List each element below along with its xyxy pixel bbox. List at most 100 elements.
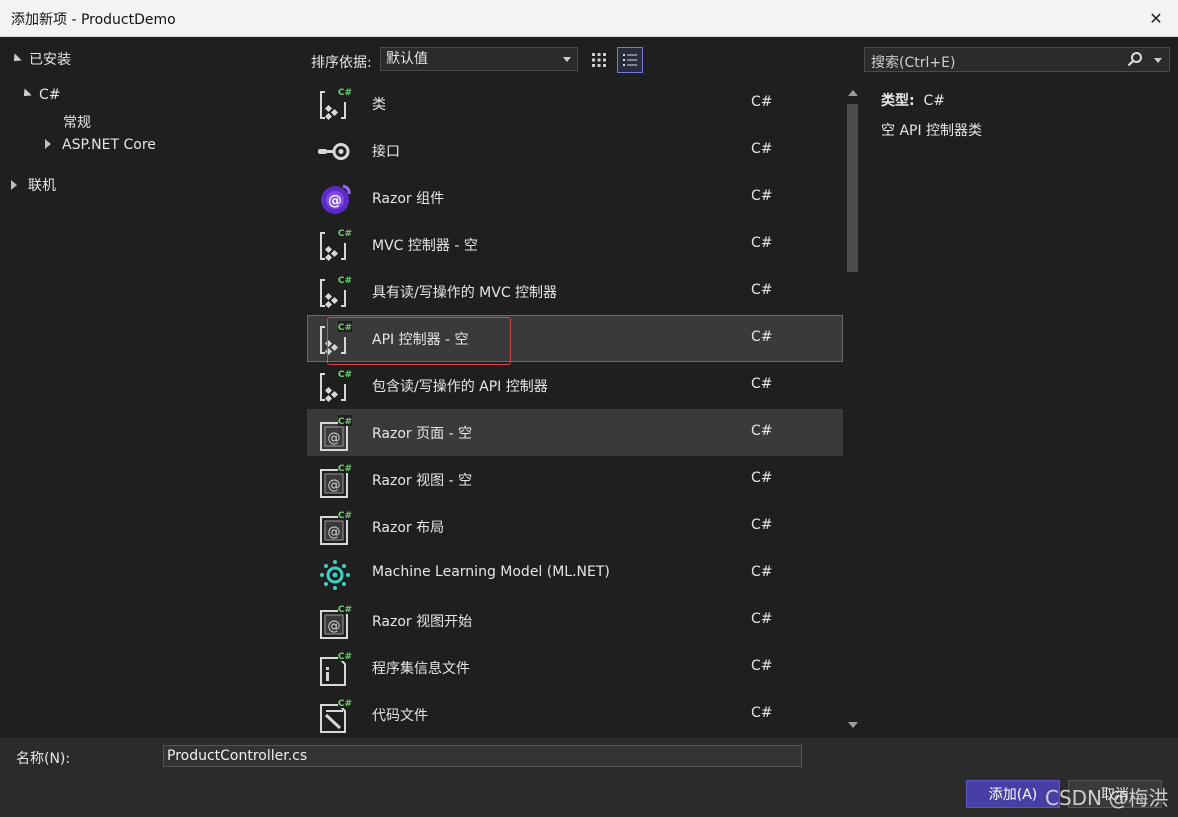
grid-view-button[interactable]	[586, 47, 612, 73]
template-row[interactable]: @ C# Razor 视图 - 空 C#	[307, 456, 843, 503]
chevron-down-icon[interactable]	[1154, 58, 1162, 63]
template-name: 接口	[372, 144, 400, 160]
scroll-down-icon[interactable]	[848, 722, 858, 728]
svg-text:@: @	[328, 619, 341, 634]
razor-page-icon: @ C#	[320, 462, 352, 498]
template-row[interactable]: @ C# Razor 布局 C#	[307, 503, 843, 550]
name-label: 名称(N):	[16, 751, 71, 767]
template-name: Machine Learning Model (ML.NET)	[372, 564, 610, 580]
template-row[interactable]: C# 程序集信息文件 C#	[307, 644, 843, 691]
svg-text:C#: C#	[338, 417, 352, 427]
template-language: C#	[751, 470, 773, 486]
template-language: C#	[751, 282, 773, 298]
controller-icon: C#	[320, 227, 352, 262]
template-language: C#	[751, 94, 773, 110]
svg-text:C#: C#	[338, 370, 352, 380]
svg-text:C#: C#	[338, 605, 352, 615]
template-row[interactable]: @ Razor 组件 C#	[307, 174, 843, 221]
tree-item-aspnetcore[interactable]: ASP.NET Core	[45, 137, 156, 153]
search-icon[interactable]	[1127, 51, 1143, 67]
svg-text:C#: C#	[338, 88, 352, 98]
code-file-icon: C#	[320, 697, 352, 733]
title-bar: 添加新项 - ProductDemo ✕	[0, 0, 1178, 37]
controller-icon: C#	[320, 321, 352, 356]
svg-text:@: @	[328, 193, 342, 209]
controller-icon: C#	[320, 368, 352, 403]
template-row[interactable]: 接口 C#	[307, 127, 843, 174]
template-list: C# 类 C# 接口 C# @ Razor 组件 C# C# MVC 控制器 - 空 C# C# 具有读…	[307, 80, 843, 738]
template-row[interactable]: Machine Learning Model (ML.NET) C#	[307, 550, 843, 597]
svg-text:C#: C#	[338, 652, 352, 662]
search-placeholder: 搜索(Ctrl+E)	[871, 55, 956, 71]
controller-icon: C#	[320, 274, 352, 309]
template-language: C#	[751, 564, 773, 580]
template-row[interactable]: C# MVC 控制器 - 空 C#	[307, 221, 843, 268]
svg-text:@: @	[328, 525, 341, 540]
interface-icon	[318, 143, 350, 160]
template-name: API 控制器 - 空	[372, 332, 469, 348]
razor-page-icon: @ C#	[320, 415, 352, 451]
template-language: C#	[751, 376, 773, 392]
template-language: C#	[751, 517, 773, 533]
template-language: C#	[751, 188, 773, 204]
name-field[interactable]: ProductController.cs	[163, 745, 802, 767]
scroll-up-icon[interactable]	[848, 90, 858, 96]
expanded-icon	[20, 88, 32, 100]
grid-view-icon	[592, 53, 606, 67]
template-name: 程序集信息文件	[372, 661, 470, 677]
bottom-bar: 名称(N): ProductController.cs 添加(A) 取消 CSD…	[0, 738, 1178, 817]
collapsed-icon	[11, 180, 17, 190]
svg-text:C#: C#	[338, 511, 352, 521]
svg-text:C#: C#	[338, 323, 352, 333]
template-name: 包含读/写操作的 API 控制器	[372, 379, 548, 395]
template-name: Razor 布局	[372, 520, 445, 536]
template-row[interactable]: C# 包含读/写操作的 API 控制器 C#	[307, 362, 843, 409]
detail-description: 空 API 控制器类	[881, 123, 983, 139]
list-view-button[interactable]	[617, 47, 643, 73]
svg-text:@: @	[328, 478, 341, 493]
template-row[interactable]: C# 具有读/写操作的 MVC 控制器 C#	[307, 268, 843, 315]
tree-item-installed[interactable]: 已安装	[10, 49, 71, 69]
template-language: C#	[751, 658, 773, 674]
template-language: C#	[751, 705, 773, 721]
blazor-icon: @	[321, 184, 351, 214]
razor-page-icon: @ C#	[320, 509, 352, 545]
template-name: Razor 视图开始	[372, 614, 473, 630]
tree-item-general[interactable]: 常规	[63, 112, 91, 132]
svg-text:C#: C#	[338, 276, 352, 286]
search-input[interactable]: 搜索(Ctrl+E)	[864, 47, 1170, 72]
expanded-icon	[10, 53, 22, 65]
template-name: 类	[372, 97, 386, 113]
info-file-icon: C#	[320, 650, 352, 686]
category-tree: 已安装 C# 常规 ASP.NET Core 联机	[0, 37, 306, 738]
template-row[interactable]: @ C# Razor 页面 - 空 C#	[307, 409, 843, 456]
svg-text:C#: C#	[338, 699, 352, 709]
tree-item-online[interactable]: 联机	[11, 175, 56, 195]
template-language: C#	[751, 141, 773, 157]
template-name: MVC 控制器 - 空	[372, 238, 478, 254]
sort-label: 排序依据:	[311, 55, 372, 71]
template-row[interactable]: C# 类 C#	[307, 80, 843, 127]
template-language: C#	[751, 329, 773, 345]
template-language: C#	[751, 611, 773, 627]
template-language: C#	[751, 235, 773, 251]
chevron-down-icon	[563, 57, 571, 62]
ml-icon	[320, 560, 350, 590]
template-row[interactable]: C# 代码文件 C#	[307, 691, 843, 738]
window-title: 添加新项 - ProductDemo	[11, 12, 176, 28]
tree-item-csharp[interactable]: C#	[20, 87, 61, 103]
template-name: 具有读/写操作的 MVC 控制器	[372, 285, 558, 301]
list-scrollbar[interactable]	[843, 82, 862, 736]
list-view-icon	[623, 54, 637, 66]
template-row[interactable]: @ C# Razor 视图开始 C#	[307, 597, 843, 644]
watermark: CSDN @梅洪	[1045, 786, 1169, 810]
scroll-thumb[interactable]	[847, 104, 858, 272]
svg-text:@: @	[328, 431, 341, 446]
svg-text:C#: C#	[338, 229, 352, 239]
template-name: Razor 视图 - 空	[372, 473, 473, 489]
close-button[interactable]: ✕	[1142, 4, 1170, 32]
template-name: Razor 页面 - 空	[372, 426, 473, 442]
csharp-class-icon: C#	[320, 86, 352, 121]
template-row[interactable]: C# API 控制器 - 空 C#	[307, 315, 843, 362]
sort-dropdown[interactable]: 默认值	[380, 47, 578, 71]
